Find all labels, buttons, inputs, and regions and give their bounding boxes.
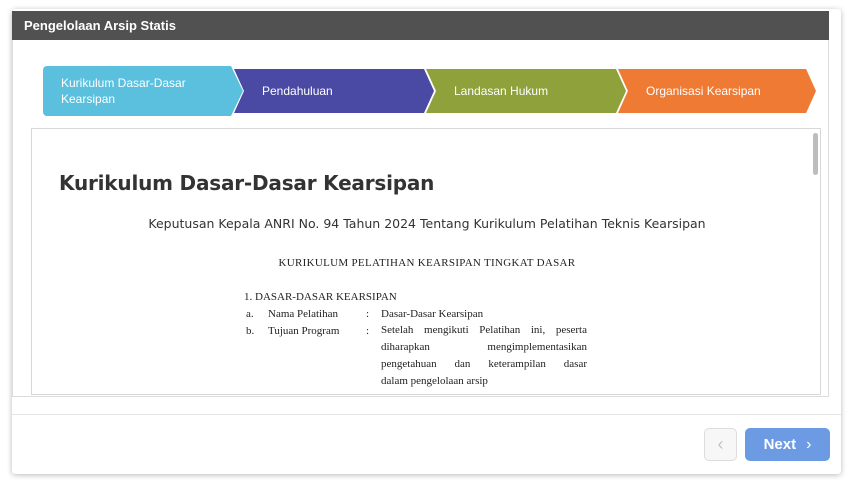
item-value: Dasar-Dasar Kearsipan	[381, 308, 484, 320]
paragraph-line: Setelah mengikuti Pelatihan ini, peserta	[381, 324, 587, 336]
next-button[interactable]: Next ›	[745, 428, 830, 461]
step-label: Landasan Hukum	[454, 84, 549, 98]
step-label: Pendahuluan	[262, 84, 333, 98]
scan-heading: KURIKULUM PELATIHAN KEARSIPAN TINGKAT DA…	[278, 257, 576, 269]
step-label: Organisasi Kearsipan	[646, 84, 761, 98]
paragraph-line: dalam pengelolaan arsip	[381, 375, 488, 387]
chevron-left-icon: ‹	[717, 434, 724, 454]
chevron-right-icon: ›	[806, 435, 812, 453]
document-viewer[interactable]: Kurikulum Dasar-Dasar Kearsipan Keputusa…	[31, 128, 821, 395]
panel-header: Pengelolaan Arsip Statis	[12, 11, 829, 40]
paragraph-line: diharapkan mengimplementasikan	[381, 341, 587, 353]
panel-title: Pengelolaan Arsip Statis	[24, 18, 176, 33]
item-colon: :	[366, 308, 370, 320]
previous-button[interactable]: ‹	[704, 428, 737, 461]
item-colon: :	[366, 325, 370, 337]
item-label: Nama Pelatihan	[268, 308, 338, 320]
paragraph-line: pengetahuan dan keterampilan dasar	[381, 358, 587, 370]
scrollbar-thumb[interactable]	[813, 133, 818, 175]
next-label: Next	[763, 436, 797, 453]
step-label: Kurikulum Dasar-Dasar Kearsipan	[61, 76, 186, 106]
step-organisasi-kearsipan[interactable]: Organisasi Kearsipan	[618, 69, 816, 113]
document-subtitle: Keputusan Kepala ANRI No. 94 Tahun 2024 …	[148, 216, 706, 231]
progress-stepper: Kurikulum Dasar-Dasar Kearsipan Pendahul…	[43, 66, 816, 116]
item-letter: b.	[246, 325, 255, 337]
step-pendahuluan[interactable]: Pendahuluan	[234, 69, 434, 113]
footer-divider	[12, 414, 841, 415]
step-landasan-hukum[interactable]: Landasan Hukum	[426, 69, 626, 113]
scan-section-title: 1. DASAR-DASAR KEARSIPAN	[244, 291, 397, 303]
item-label: Tujuan Program	[268, 325, 340, 337]
step-kurikulum[interactable]: Kurikulum Dasar-Dasar Kearsipan	[43, 66, 243, 116]
item-paragraph: Setelah mengikuti Pelatihan ini, peserta…	[381, 322, 587, 390]
item-letter: a.	[246, 308, 254, 320]
document-title: Kurikulum Dasar-Dasar Kearsipan	[59, 171, 435, 195]
